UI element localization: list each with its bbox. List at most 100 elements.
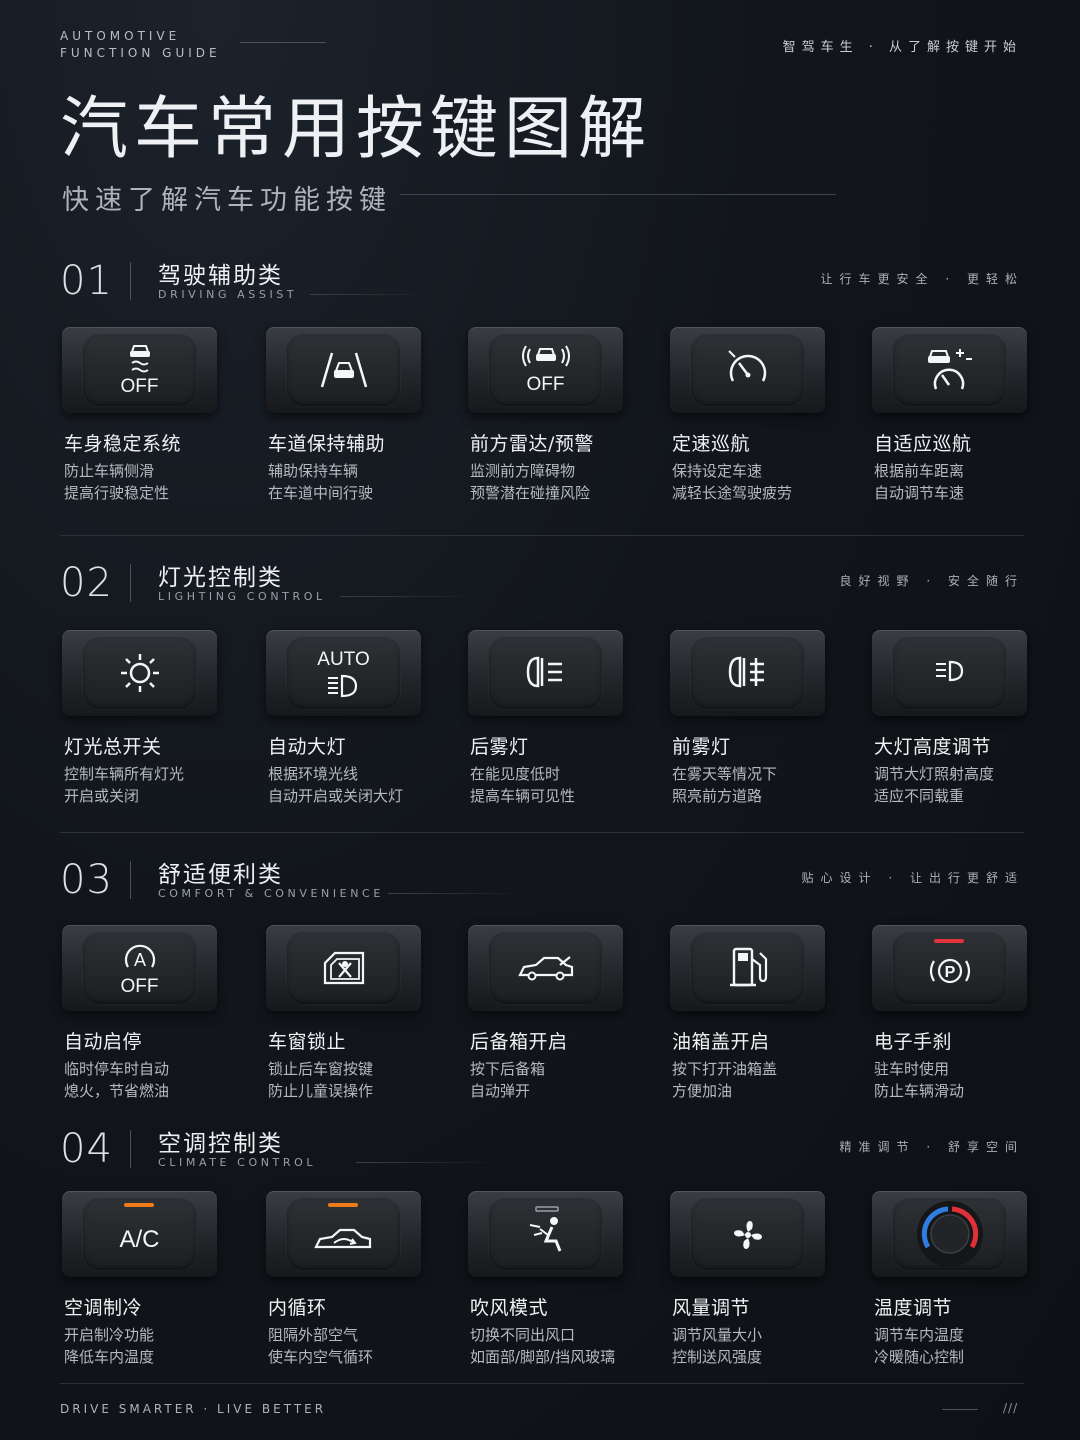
desc-line: 在车道中间行驶 xyxy=(268,484,374,502)
desc-line: 在能见度低时 xyxy=(470,765,561,783)
desc-line: 驻车时使用 xyxy=(874,1060,950,1078)
light-switch-icon xyxy=(62,652,217,694)
window-lock-button[interactable] xyxy=(266,925,421,1011)
item-description: 开启制冷功能 降低车内温度 xyxy=(64,1324,154,1368)
auto-headlight-icon xyxy=(266,674,421,698)
light-switch-button[interactable] xyxy=(62,630,217,716)
fan-speed-button[interactable] xyxy=(670,1191,825,1277)
section-line xyxy=(388,893,528,894)
section-title: 空调控制类 xyxy=(158,1131,283,1157)
trunk-open-button[interactable] xyxy=(468,925,623,1011)
section-tagline: 良好视野 · 安全随行 xyxy=(839,574,1024,588)
item-title: 后备箱开启 xyxy=(470,1031,568,1053)
ac-button[interactable]: A/C xyxy=(62,1191,217,1277)
section-bar xyxy=(130,564,131,602)
item-title: 电子手刹 xyxy=(874,1031,953,1053)
item-description: 阻隔外部空气 使车内空气循环 xyxy=(268,1324,373,1368)
desc-line: 方便加油 xyxy=(672,1082,733,1100)
rear-fog-icon xyxy=(468,654,623,690)
item-title: 前雾灯 xyxy=(672,736,731,758)
fuel-door-button[interactable] xyxy=(670,925,825,1011)
desc-line: 自动弹开 xyxy=(470,1082,531,1100)
item-title: 大灯高度调节 xyxy=(874,736,992,758)
cruise-button[interactable] xyxy=(670,327,825,413)
desc-line: 按下后备箱 xyxy=(470,1060,546,1078)
footer-slogan: DRIVE SMARTER · LIVE BETTER xyxy=(60,1402,327,1416)
adaptive-cruise-button[interactable] xyxy=(872,327,1027,413)
section-tagline: 精准调节 · 舒享空间 xyxy=(839,1140,1024,1154)
desc-line: 如面部/脚部/挡风玻璃 xyxy=(470,1348,616,1366)
off-label: OFF xyxy=(120,976,159,997)
section-divider xyxy=(60,832,1024,833)
svg-text:A: A xyxy=(133,950,145,970)
parking-brake-button[interactable]: P xyxy=(872,925,1027,1011)
section-subtitle-en: LIGHTING CONTROL xyxy=(158,590,326,603)
desc-line: 自动开启或关闭大灯 xyxy=(268,787,404,805)
fuel-door-icon xyxy=(670,945,825,989)
desc-line: 开启制冷功能 xyxy=(64,1326,155,1344)
item-description: 辅助保持车辆 在车道中间行驶 xyxy=(268,460,373,504)
desc-line: 在雾天等情况下 xyxy=(672,765,778,783)
desc-line: 开启或关闭 xyxy=(64,787,140,805)
recirculation-button[interactable] xyxy=(266,1191,421,1277)
auto-stop-start-icon: A xyxy=(62,941,217,977)
radar-off-button[interactable]: OFF xyxy=(468,327,623,413)
temperature-knob[interactable] xyxy=(872,1191,1027,1277)
desc-line: 冷暖随心控制 xyxy=(874,1348,965,1366)
page-subtitle: 快速了解汽车功能按键 xyxy=(62,185,392,216)
trunk-open-icon xyxy=(468,953,623,983)
footer-divider xyxy=(60,1383,1024,1384)
desc-line: 根据环境光线 xyxy=(268,765,359,783)
footer-mark: /// xyxy=(1003,1401,1019,1415)
ac-icon: A/C xyxy=(119,1226,160,1253)
item-description: 切换不同出风口 如面部/脚部/挡风玻璃 xyxy=(470,1324,615,1368)
item-description: 根据环境光线自动开启或关闭大灯 xyxy=(268,763,403,807)
airflow-mode-button[interactable] xyxy=(468,1191,623,1277)
desc-line: 预警潜在碰撞风险 xyxy=(470,484,591,502)
item-description: 防止车辆侧滑 提高行驶稳定性 xyxy=(64,460,169,504)
desc-line: 调节大灯照射高度 xyxy=(874,765,995,783)
item-title: 油箱盖开启 xyxy=(672,1031,770,1053)
section-number: 01 xyxy=(60,258,113,304)
rear-fog-button[interactable] xyxy=(468,630,623,716)
item-title: 前方雷达/预警 xyxy=(470,433,594,455)
radar-off-icon xyxy=(468,343,623,369)
item-title: 吹风模式 xyxy=(470,1297,549,1319)
adaptive-cruise-icon xyxy=(872,345,1027,393)
auto-stop-start-button[interactable]: A OFF xyxy=(62,925,217,1011)
item-title: 自动启停 xyxy=(64,1031,143,1053)
lane-keep-icon xyxy=(266,349,421,389)
esp-off-button[interactable]: OFF xyxy=(62,327,217,413)
section-subtitle-en: CLIMATE CONTROL xyxy=(158,1156,317,1169)
desc-line: 临时停车时自动 xyxy=(64,1060,170,1078)
temperature-knob-icon xyxy=(872,1199,1027,1269)
subtitle-divider xyxy=(400,194,836,195)
item-title: 车窗锁止 xyxy=(268,1031,347,1053)
brand-line-1: AUTOMOTIVE xyxy=(60,29,181,43)
auto-headlight-button[interactable]: AUTO xyxy=(266,630,421,716)
brand-label: AUTOMOTIVE FUNCTION GUIDE xyxy=(60,28,221,62)
footer-line xyxy=(942,1409,978,1410)
lane-keep-button[interactable] xyxy=(266,327,421,413)
airflow-mode-icon xyxy=(468,1205,623,1255)
recirculation-indicator xyxy=(328,1203,358,1207)
section-bar xyxy=(130,1130,131,1168)
item-description: 监测前方障碍物 预警潜在碰撞风险 xyxy=(470,460,590,504)
item-description: 控制车辆所有灯光 开启或关闭 xyxy=(64,763,184,807)
item-description: 驻车时使用 防止车辆滑动 xyxy=(874,1058,964,1102)
desc-line: 适应不同载重 xyxy=(874,787,965,805)
item-title: 车身稳定系统 xyxy=(64,433,182,455)
headlight-level-dial[interactable] xyxy=(872,630,1027,716)
item-description: 调节车内温度 冷暖随心控制 xyxy=(874,1324,964,1368)
cruise-icon xyxy=(670,347,825,391)
item-description: 保持设定车速 减轻长途驾驶疲劳 xyxy=(672,460,792,504)
section-line xyxy=(356,1162,496,1163)
front-fog-button[interactable] xyxy=(670,630,825,716)
desc-line: 减轻长途驾驶疲劳 xyxy=(672,484,793,502)
headlight-level-icon xyxy=(872,656,1027,686)
desc-line: 降低车内温度 xyxy=(64,1348,155,1366)
section-divider xyxy=(60,535,1024,536)
desc-line: 调节车内温度 xyxy=(874,1326,965,1344)
off-label: OFF xyxy=(120,376,159,397)
section-tagline: 贴心设计 · 让出行更舒适 xyxy=(801,871,1024,885)
